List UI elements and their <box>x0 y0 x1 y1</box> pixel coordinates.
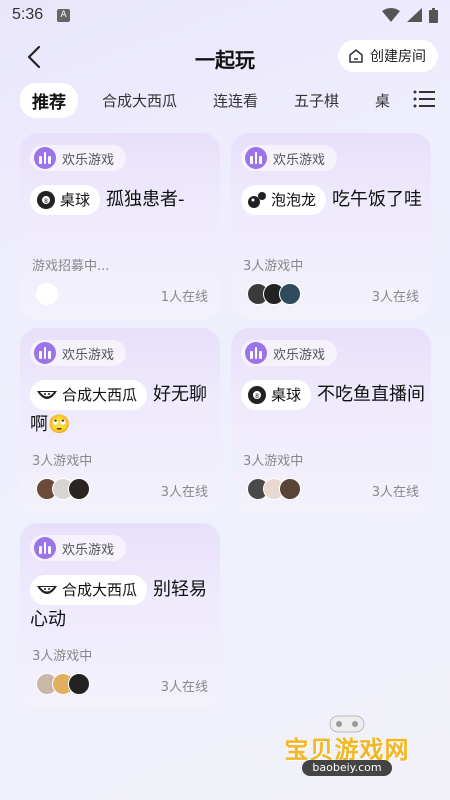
game-name-pill: 8 桌球 <box>30 185 101 215</box>
avatar <box>279 478 301 500</box>
room-card[interactable]: 欢乐游戏 8 桌球 孤独患者- 游戏招募中... 1人在线 <box>20 133 220 319</box>
game-category-tag: 欢乐游戏 <box>30 145 127 171</box>
room-card[interactable]: 欢乐游戏 合成大西瓜 好无聊啊🙄 3人游戏中 3人在线 <box>20 328 220 514</box>
bubble-icon <box>248 192 266 208</box>
category-tabs: 推荐 合成大西瓜 连连看 五子棋 桌 <box>0 82 450 118</box>
player-status: 3人游戏中 <box>32 649 93 664</box>
player-status: 3人游戏中 <box>32 454 93 469</box>
online-count: 1人在线 <box>160 290 208 305</box>
watermark-url: baobeiy.com <box>302 760 392 776</box>
home-icon <box>349 49 363 63</box>
notification-a-icon: A <box>57 8 71 22</box>
online-count: 3人在线 <box>371 485 419 500</box>
avatar-group <box>247 283 301 305</box>
create-room-button[interactable]: 创建房间 <box>338 40 438 72</box>
watermark-logo: 宝贝游戏网 baobeiy.com <box>272 712 422 782</box>
online-count: 3人在线 <box>160 680 208 695</box>
8-ball-icon: 8 <box>248 386 266 404</box>
watermelon-icon <box>37 391 57 399</box>
tab-billiards[interactable]: 桌 <box>375 90 390 111</box>
bars-icon <box>245 342 267 364</box>
header: 一起玩 创建房间 <box>0 36 450 78</box>
tab-link-match[interactable]: 连连看 <box>213 90 258 111</box>
avatar <box>68 673 90 695</box>
battery-icon <box>429 7 438 23</box>
avatar-group <box>36 673 90 695</box>
game-name-pill: 合成大西瓜 <box>30 380 148 410</box>
signal-icon <box>407 8 422 22</box>
svg-text:8: 8 <box>255 393 259 400</box>
avatar <box>36 283 58 305</box>
bars-icon <box>245 147 267 169</box>
game-category-tag: 欢乐游戏 <box>30 535 127 561</box>
tab-gomoku[interactable]: 五子棋 <box>294 90 339 111</box>
avatar <box>68 478 90 500</box>
room-name: 不吃鱼直播间 <box>317 384 426 405</box>
game-category-tag: 欢乐游戏 <box>241 145 338 171</box>
avatar <box>279 283 301 305</box>
avatar-group <box>247 478 301 500</box>
room-card[interactable]: 欢乐游戏 8 桌球 不吃鱼直播间 3人游戏中 3人在线 <box>231 328 431 514</box>
watermelon-icon <box>37 586 57 594</box>
game-category-tag: 欢乐游戏 <box>30 340 127 366</box>
bars-icon <box>34 147 56 169</box>
player-status: 3人游戏中 <box>243 259 304 274</box>
game-name-pill: 合成大西瓜 <box>30 575 148 605</box>
bars-icon <box>34 342 56 364</box>
8-ball-icon: 8 <box>37 191 55 209</box>
game-category-tag: 欢乐游戏 <box>241 340 338 366</box>
wifi-icon <box>382 8 400 22</box>
player-status: 3人游戏中 <box>243 454 304 469</box>
tab-watermelon[interactable]: 合成大西瓜 <box>102 90 177 111</box>
online-count: 3人在线 <box>160 485 208 500</box>
create-room-label: 创建房间 <box>370 49 426 65</box>
status-time: 5:36 <box>12 6 44 23</box>
avatar-group <box>36 283 58 305</box>
game-name-pill: 8 桌球 <box>241 380 312 410</box>
menu-list-icon[interactable] <box>412 88 436 110</box>
room-name: 吃午饭了哇 <box>332 189 423 210</box>
bars-icon <box>34 537 56 559</box>
game-name-pill: 泡泡龙 <box>241 185 327 215</box>
room-name: 孤独患者- <box>106 189 185 210</box>
room-card[interactable]: 欢乐游戏 泡泡龙 吃午饭了哇 3人游戏中 3人在线 <box>231 133 431 319</box>
room-card[interactable]: 欢乐游戏 合成大西瓜 别轻易心动 3人游戏中 3人在线 <box>20 523 220 709</box>
svg-text:8: 8 <box>44 198 48 205</box>
online-count: 3人在线 <box>371 290 419 305</box>
status-bar: 5:36 A <box>0 0 450 30</box>
tab-recommended[interactable]: 推荐 <box>20 82 78 118</box>
avatar-group <box>36 478 90 500</box>
player-status: 游戏招募中... <box>32 259 110 274</box>
